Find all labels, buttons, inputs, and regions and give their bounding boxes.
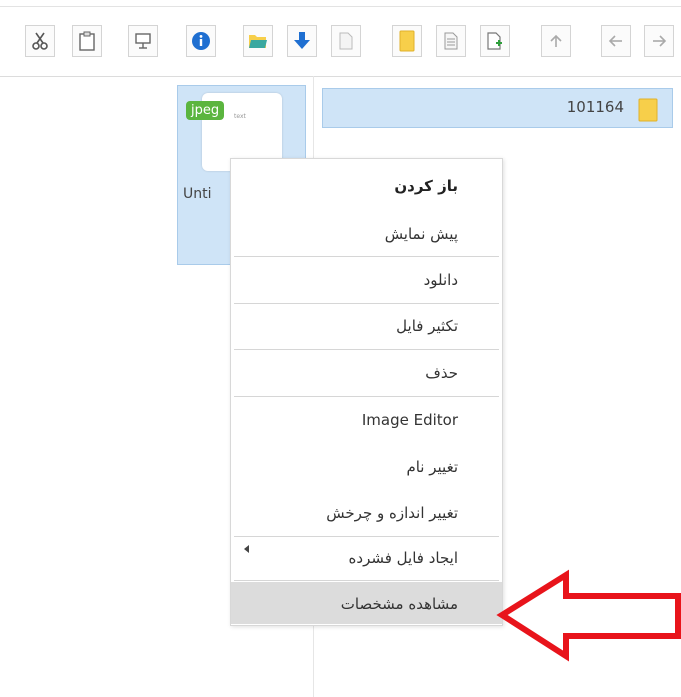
info-button[interactable] — [186, 25, 216, 57]
toolbar — [0, 0, 681, 77]
folder-name: 101164 — [566, 98, 624, 116]
annotation-arrow-icon — [496, 569, 681, 662]
up-arrow-icon — [550, 34, 562, 47]
cut-button[interactable] — [25, 25, 55, 57]
menu-separator — [234, 349, 499, 350]
forward-arrow-icon — [653, 35, 667, 47]
menu-item-create-archive[interactable]: ایجاد فایل فشرده — [349, 549, 458, 567]
menu-item-rename[interactable]: تغییر نام — [406, 458, 458, 476]
text-file-icon — [444, 32, 458, 50]
menu-item-properties[interactable]: مشاهده مشخصات — [341, 595, 458, 613]
folder-icon — [638, 98, 658, 122]
menu-separator — [234, 303, 499, 304]
info-icon — [192, 32, 210, 50]
forward-button[interactable] — [644, 25, 674, 57]
menu-item-duplicate[interactable]: تکثیر فایل — [396, 317, 458, 335]
menu-separator — [234, 536, 499, 537]
menu-separator — [234, 256, 499, 257]
paste-button[interactable] — [72, 25, 102, 57]
menu-item-download[interactable]: دانلود — [424, 271, 458, 289]
menu-separator — [234, 396, 499, 397]
slideshow-button[interactable] — [128, 25, 158, 57]
file-name: Unti — [183, 186, 212, 202]
presentation-icon — [135, 33, 151, 49]
file-type-badge: jpeg — [186, 101, 225, 120]
download-icon — [294, 32, 310, 49]
text-file-button[interactable] — [436, 25, 466, 57]
paste-icon — [79, 31, 95, 51]
toolbar-top-border — [0, 6, 681, 7]
context-menu: باز کردن پیش نمایش دانلود تکثیر فایل حذف… — [230, 158, 503, 626]
blank-file-button[interactable] — [331, 25, 361, 57]
back-arrow-icon — [608, 35, 622, 47]
menu-item-open[interactable]: باز کردن — [394, 177, 458, 195]
cut-icon — [32, 32, 48, 50]
new-file-icon — [487, 32, 502, 50]
thumbnail-small-text: text — [234, 113, 246, 120]
new-folder-button[interactable] — [392, 25, 422, 57]
open-folder-button[interactable] — [243, 25, 273, 57]
folder-item[interactable]: 101164 — [322, 88, 673, 128]
download-button[interactable] — [287, 25, 317, 57]
menu-separator — [234, 580, 499, 581]
menu-item-image-editor[interactable]: Image Editor — [362, 411, 458, 429]
new-folder-icon — [399, 30, 415, 52]
menu-item-delete[interactable]: حذف — [425, 364, 458, 382]
new-file-button[interactable] — [480, 25, 510, 57]
submenu-arrow-icon — [244, 545, 249, 553]
menu-item-preview[interactable]: پیش نمایش — [385, 225, 458, 243]
up-button[interactable] — [541, 25, 571, 57]
blank-file-icon — [339, 32, 353, 50]
menu-item-resize-rotate[interactable]: تغییر اندازه و چرخش — [326, 504, 458, 522]
folder-open-icon — [249, 35, 267, 48]
back-button[interactable] — [601, 25, 631, 57]
